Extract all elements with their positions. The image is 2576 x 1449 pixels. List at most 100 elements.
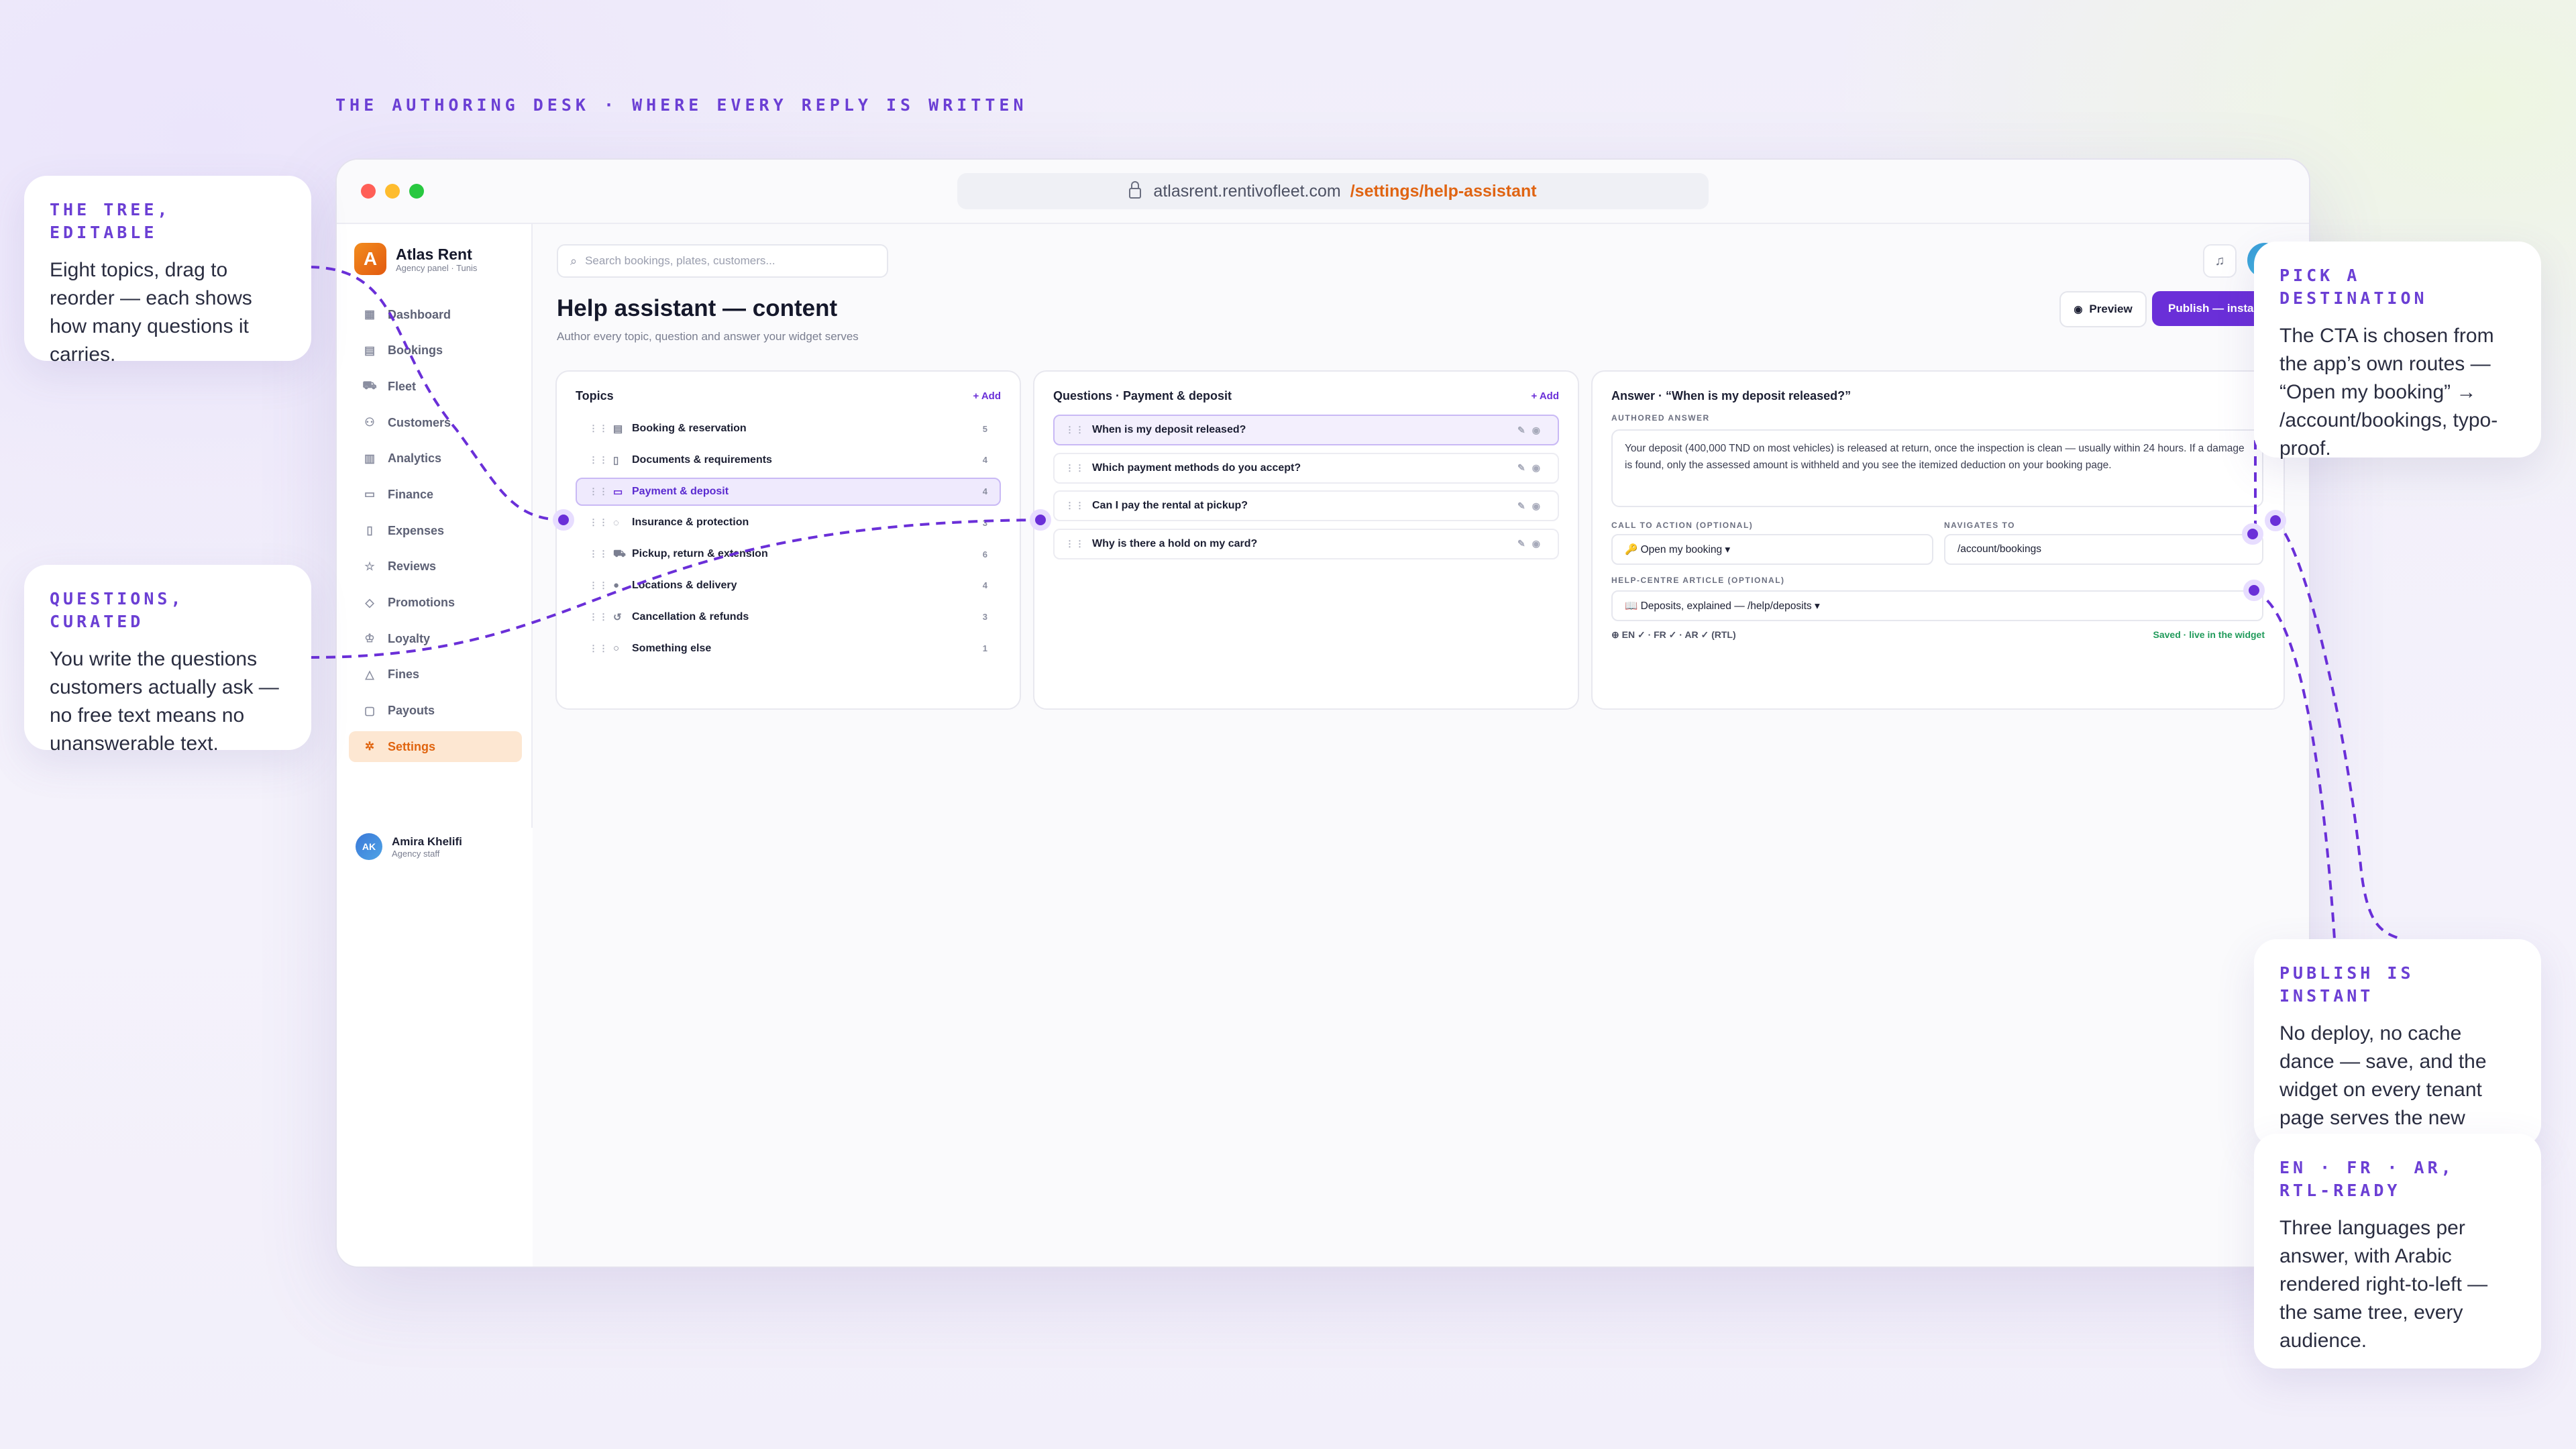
add-question-button[interactable]: + Add — [1531, 390, 1559, 402]
callout-publish: PUBLISH IS INSTANT No deploy, no cache d… — [2254, 939, 2541, 1157]
question-row-selected[interactable]: ⋮⋮ When is my deposit released? ✎◉ — [1053, 415, 1559, 445]
sidebar-item-label: Fines — [388, 667, 420, 682]
drag-handle-icon[interactable]: ⋮⋮ — [1065, 425, 1092, 435]
cta-select[interactable]: 🔑 Open my booking ▾ — [1611, 534, 1933, 565]
sidebar-item-promotions[interactable]: ◇ Promotions — [349, 588, 522, 619]
sidebar-item-finance[interactable]: ▭ Finance — [349, 479, 522, 510]
sidebar-item-label: Payouts — [388, 704, 435, 718]
crown-icon: ♔ — [364, 632, 375, 645]
answer-textarea[interactable]: Your deposit (400,000 TND on most vehicl… — [1611, 429, 2263, 507]
sidebar-item-analytics[interactable]: ▥ Analytics — [349, 443, 522, 474]
article-label: HELP-CENTRE ARTICLE (OPTIONAL) — [1611, 576, 1785, 585]
sidebar-item-fines[interactable]: △ Fines — [349, 659, 522, 690]
navigates-to-field: /account/bookings — [1944, 534, 2263, 565]
callout-title: THE TREE, EDITABLE — [50, 200, 171, 242]
edit-visibility-icons[interactable]: ✎◉ — [1517, 425, 1547, 436]
edit-visibility-icons[interactable]: ✎◉ — [1517, 500, 1547, 512]
car-icon: ⛟ — [613, 547, 626, 559]
topic-row[interactable]: ⋮⋮ ● Locations & delivery 4 — [576, 572, 1001, 600]
navigates-to-label: NAVIGATES TO — [1944, 521, 2016, 530]
browser-window: atlasrent.rentivofleet.com /settings/hel… — [335, 158, 2310, 1268]
question-label: Can I pay the rental at pickup? — [1092, 500, 1248, 511]
drag-handle-icon[interactable]: ⋮⋮ — [589, 549, 613, 559]
star-icon: ☆ — [364, 559, 375, 573]
sidebar-item-label: Bookings — [388, 343, 443, 358]
user-profile[interactable]: AK Amira Khelifi Agency staff — [356, 833, 462, 860]
topic-label: Something else — [632, 642, 712, 654]
topic-row[interactable]: ⋮⋮ ▤ Booking & reservation 5 — [576, 415, 1001, 443]
callout-title: PUBLISH IS INSTANT — [2279, 963, 2414, 1006]
browser-titlebar: atlasrent.rentivofleet.com /settings/hel… — [337, 160, 2309, 224]
language-status[interactable]: ⊕ EN ✓ · FR ✓ · AR ✓ (RTL) — [1611, 629, 1736, 641]
chart-icon: ▥ — [364, 451, 376, 465]
sidebar-item-loyalty[interactable]: ♔ Loyalty — [349, 623, 522, 654]
notification-bell-icon[interactable]: ♫ — [2203, 244, 2237, 278]
avatar: AK — [356, 833, 382, 860]
topic-row[interactable]: ⋮⋮ ◌ Insurance & protection 3 — [576, 508, 1001, 537]
question-row[interactable]: ⋮⋮ Why is there a hold on my card? ✎◉ — [1053, 528, 1559, 559]
address-bar[interactable]: atlasrent.rentivofleet.com /settings/hel… — [957, 173, 1709, 209]
question-row[interactable]: ⋮⋮ Which payment methods do you accept? ✎◉ — [1053, 452, 1559, 484]
sidebar: A Atlas Rent Agency panel · Tunis ▦ Dashb… — [337, 224, 533, 860]
saved-status: Saved · live in the widget — [2153, 629, 2265, 640]
maximize-window-dot[interactable] — [409, 184, 424, 199]
topic-label: Locations & delivery — [632, 579, 737, 591]
edit-visibility-icons[interactable]: ✎◉ — [1517, 462, 1547, 474]
help-circle-icon: ○ — [613, 643, 620, 655]
preview-button[interactable]: ◉ Preview — [2059, 291, 2147, 327]
brand[interactable]: A Atlas Rent Agency panel · Tunis — [354, 243, 477, 275]
add-topic-button[interactable]: + Add — [973, 390, 1001, 402]
sidebar-item-settings[interactable]: ✲ Settings — [349, 731, 522, 763]
minimize-window-dot[interactable] — [385, 184, 400, 199]
drag-handle-icon[interactable]: ⋮⋮ — [589, 423, 613, 434]
questions-list: ⋮⋮ When is my deposit released? ✎◉ ⋮⋮ Which… — [1053, 415, 1559, 566]
drag-handle-icon[interactable]: ⋮⋮ — [589, 486, 613, 497]
drag-handle-icon[interactable]: ⋮⋮ — [589, 517, 613, 528]
brand-subtitle: Agency panel · Tunis — [396, 262, 478, 273]
brand-name: Atlas Rent — [396, 245, 472, 263]
topic-row[interactable]: ⋮⋮ ↺ Cancellation & refunds 3 — [576, 603, 1001, 631]
drag-handle-icon[interactable]: ⋮⋮ — [589, 643, 613, 654]
drag-handle-icon[interactable]: ⋮⋮ — [1065, 539, 1092, 549]
topics-list: ⋮⋮ ▤ Booking & reservation 5 ⋮⋮ ▯ Documents &… — [576, 415, 1001, 665]
topic-count: 4 — [982, 580, 987, 591]
drag-handle-icon[interactable]: ⋮⋮ — [1065, 500, 1092, 511]
sidebar-item-bookings[interactable]: ▤ Bookings — [349, 335, 522, 366]
sidebar-item-expenses[interactable]: ▯ Expenses — [349, 515, 522, 546]
topic-row-selected[interactable]: ⋮⋮ ▭ Payment & deposit 4 — [576, 477, 1001, 506]
user-role: Agency staff — [392, 848, 440, 859]
question-row[interactable]: ⋮⋮ Can I pay the rental at pickup? ✎◉ — [1053, 490, 1559, 521]
question-label: When is my deposit released? — [1092, 424, 1246, 435]
topic-count: 3 — [982, 517, 987, 528]
url-path: /settings/help-assistant — [1350, 181, 1537, 201]
sidebar-item-reviews[interactable]: ☆ Reviews — [349, 551, 522, 582]
close-window-dot[interactable] — [361, 184, 376, 199]
callout-body: Three languages per answer, with Arabic … — [2279, 1217, 2488, 1352]
topic-count: 4 — [982, 455, 987, 466]
drag-handle-icon[interactable]: ⋮⋮ — [589, 580, 613, 591]
sidebar-item-customers[interactable]: ⚇ Customers — [349, 407, 522, 438]
sidebar-item-label: Expenses — [388, 523, 445, 537]
article-select[interactable]: 📖 Deposits, explained — /help/deposits ▾ — [1611, 590, 2263, 621]
sidebar-item-dashboard[interactable]: ▦ Dashboard — [349, 299, 522, 330]
search-placeholder: Search bookings, plates, customers... — [585, 254, 775, 267]
sidebar-item-payouts[interactable]: ▢ Payouts — [349, 696, 522, 727]
sidebar-item-label: Analytics — [388, 451, 442, 466]
cta-label: CALL TO ACTION (OPTIONAL) — [1611, 521, 1754, 530]
receipt-icon: ▯ — [366, 524, 373, 537]
drag-handle-icon[interactable]: ⋮⋮ — [1065, 463, 1092, 474]
user-name: Amira Khelifi — [392, 835, 462, 848]
sidebar-item-label: Dashboard — [388, 307, 451, 321]
tag-icon: ◇ — [365, 596, 374, 609]
topic-label: Cancellation & refunds — [632, 610, 749, 623]
drag-handle-icon[interactable]: ⋮⋮ — [589, 455, 613, 466]
drag-handle-icon[interactable]: ⋮⋮ — [589, 612, 613, 623]
topic-row[interactable]: ⋮⋮ ○ Something else 1 — [576, 635, 1001, 663]
sidebar-item-label: Finance — [388, 487, 434, 501]
search-input[interactable]: ⌕ Search bookings, plates, customers... — [557, 244, 888, 278]
topic-row[interactable]: ⋮⋮ ▯ Documents & requirements 4 — [576, 446, 1001, 474]
callout-body: Eight topics, drag to reorder — each sho… — [50, 259, 252, 366]
edit-visibility-icons[interactable]: ✎◉ — [1517, 538, 1547, 549]
sidebar-item-fleet[interactable]: ⛟ Fleet — [349, 371, 522, 402]
topic-row[interactable]: ⋮⋮ ⛟ Pickup, return & extension 6 — [576, 540, 1001, 568]
